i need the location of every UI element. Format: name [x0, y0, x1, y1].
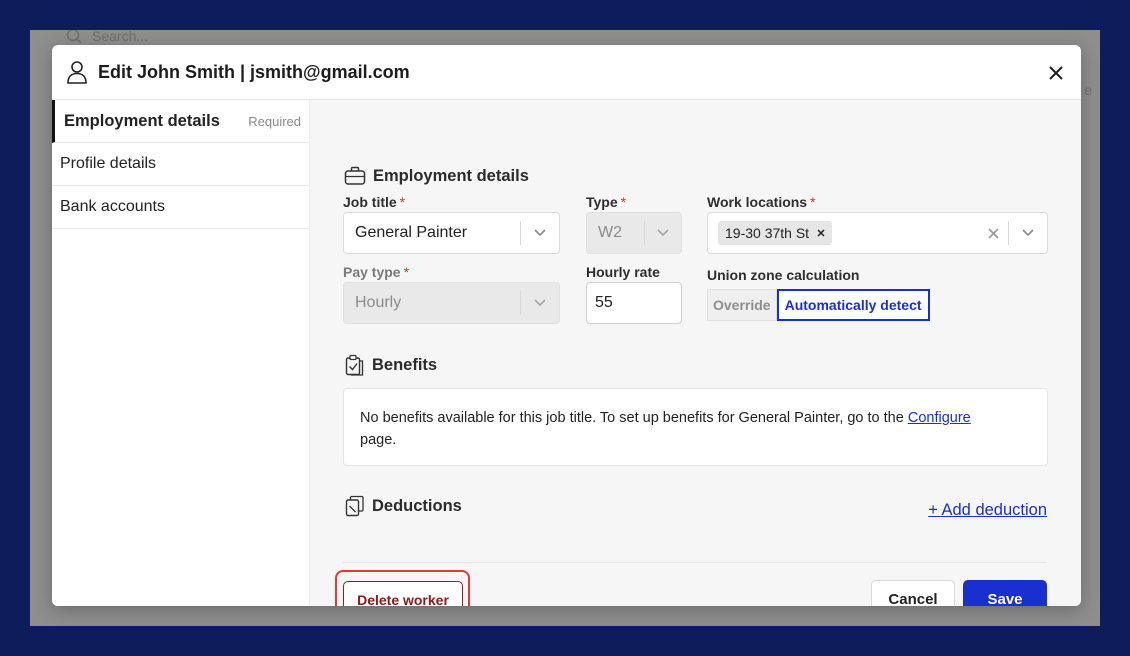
chevron-down-icon: [1009, 229, 1047, 237]
job-title-value: General Painter: [355, 224, 468, 241]
footer-divider: [343, 562, 1047, 563]
configure-link[interactable]: Configure: [908, 410, 971, 426]
benefits-message-text: No benefits available for this job title…: [360, 410, 904, 426]
clipboard-check-icon: [345, 354, 364, 376]
clipboard-copy-icon: [345, 495, 364, 517]
delete-worker-button[interactable]: Delete worker: [343, 581, 463, 606]
automatically-detect-option[interactable]: Automatically detect: [776, 289, 930, 321]
pay-type-label-text: Pay type: [343, 264, 401, 280]
required-star: *: [403, 264, 410, 280]
pay-type-select: Hourly: [343, 282, 560, 324]
type-select: W2: [586, 212, 682, 254]
employment-section-title: Employment details: [344, 166, 529, 186]
benefits-title-text: Benefits: [372, 355, 438, 374]
hourly-rate-label: Hourly rate: [586, 264, 660, 280]
pay-type-value: Hourly: [355, 294, 402, 311]
deductions-title-text: Deductions: [372, 496, 462, 515]
required-badge: Required: [248, 113, 301, 129]
required-star: *: [620, 194, 627, 210]
chevron-down-icon: [521, 299, 559, 307]
sidebar-item-profile-details[interactable]: Profile details: [52, 143, 309, 186]
job-title-select[interactable]: General Painter: [343, 212, 560, 254]
hourly-rate-input[interactable]: 55: [586, 282, 682, 324]
modal-content: Employment details Job title * General Pa…: [310, 100, 1081, 606]
sidebar: Employment details Required Profile deta…: [52, 100, 310, 606]
chevron-down-icon: [645, 229, 681, 237]
close-icon: [1049, 66, 1063, 80]
save-button[interactable]: Save: [963, 580, 1047, 606]
background-search-placeholder: Search...: [92, 30, 149, 44]
type-value: W2: [598, 224, 622, 241]
cancel-button[interactable]: Cancel: [871, 580, 955, 606]
employment-title-text: Employment details: [373, 166, 529, 185]
required-star: *: [399, 194, 406, 210]
work-locations-select[interactable]: 19-30 37th St: [707, 212, 1048, 254]
pay-type-label: Pay type *: [343, 264, 409, 280]
type-label: Type *: [586, 194, 626, 210]
type-label-text: Type: [586, 194, 618, 210]
benefits-empty-message: No benefits available for this job title…: [343, 388, 1048, 466]
benefits-section-title: Benefits: [345, 354, 437, 376]
job-title-label: Job title *: [343, 194, 405, 210]
user-icon: [67, 61, 87, 84]
sidebar-item-bank-accounts[interactable]: Bank accounts: [52, 186, 309, 229]
close-button[interactable]: [1045, 62, 1067, 84]
deductions-section-title: Deductions: [345, 495, 462, 517]
location-chip-label: 19-30 37th St: [725, 225, 810, 241]
sidebar-item-employment-details[interactable]: Employment details Required: [52, 100, 309, 143]
search-icon: [66, 30, 82, 44]
background-text: e: [1084, 82, 1092, 98]
work-locations-label-text: Work locations: [707, 194, 808, 210]
sidebar-item-label: Profile details: [60, 155, 157, 172]
edit-worker-modal: Edit John Smith | jsmith@gmail.com Emplo…: [52, 45, 1081, 606]
modal-title: Edit John Smith | jsmith@gmail.com: [98, 61, 410, 82]
chip-remove-icon[interactable]: [817, 229, 825, 237]
clear-icon[interactable]: [978, 227, 1008, 239]
benefits-message-suffix: page.: [360, 432, 397, 448]
override-option[interactable]: Override: [707, 289, 777, 321]
sidebar-item-label: Bank accounts: [60, 198, 165, 215]
location-chip: 19-30 37th St: [718, 221, 833, 245]
briefcase-icon: [344, 166, 366, 185]
chevron-down-icon: [521, 229, 559, 237]
job-title-label-text: Job title: [343, 194, 397, 210]
work-locations-chips: 19-30 37th St: [708, 221, 978, 245]
sidebar-item-label: Employment details: [64, 111, 220, 130]
union-zone-toggle: Override Automatically detect: [707, 289, 930, 321]
add-deduction-link[interactable]: + Add deduction: [928, 501, 1047, 520]
required-star: *: [810, 194, 816, 210]
background-search: Search...: [66, 30, 148, 44]
modal-header: Edit John Smith | jsmith@gmail.com: [52, 45, 1081, 100]
union-zone-label: Union zone calculation: [707, 267, 860, 283]
work-locations-label: Work locations *: [707, 194, 816, 210]
